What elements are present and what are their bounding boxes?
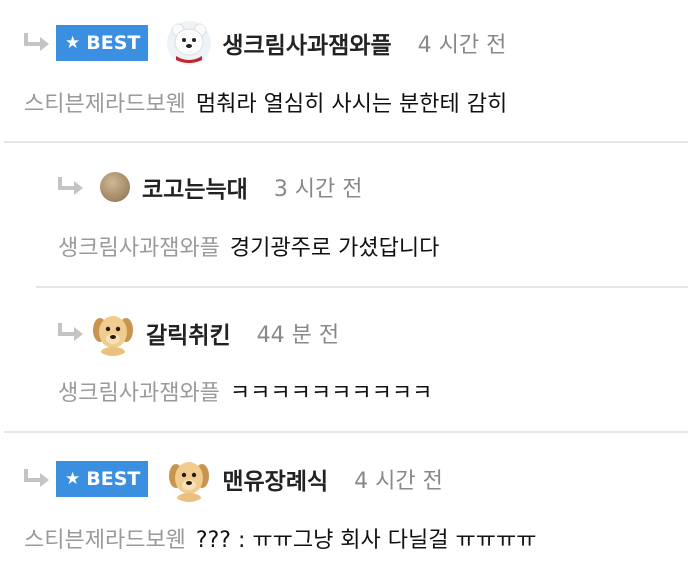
- best-label: BEST: [86, 468, 141, 490]
- comment-body: 생크림사과잼와플 경기광주로 가셨답니다: [58, 230, 439, 262]
- star-icon: ★: [65, 33, 81, 53]
- mention-link[interactable]: 스티븐제라드보웬: [24, 528, 186, 553]
- comment-username[interactable]: 갈릭취킨: [146, 316, 231, 350]
- mention-link[interactable]: 생크림사과잼와플: [58, 381, 220, 406]
- divider: [4, 431, 688, 433]
- reply-arrow-icon: [24, 33, 49, 51]
- comment-username[interactable]: 코고는늑대: [142, 170, 248, 204]
- reply-arrow-icon: [24, 469, 49, 487]
- comment-username[interactable]: 생크림사과잼와플: [222, 26, 391, 60]
- reply-arrow-icon: [58, 323, 83, 341]
- mention-link[interactable]: 스티븐제라드보웬: [24, 92, 186, 117]
- comment-body: 생크림사과잼와플 ㅋㅋㅋㅋㅋㅋㅋㅋㅋㅋ: [58, 375, 432, 407]
- star-icon: ★: [65, 469, 81, 489]
- mention-link[interactable]: 생크림사과잼와플: [58, 236, 220, 261]
- reply-arrow-icon: [58, 177, 83, 195]
- divider: [4, 141, 688, 143]
- divider: [36, 286, 688, 288]
- puppy-avatar[interactable]: [90, 310, 136, 356]
- default-avatar[interactable]: [98, 170, 132, 204]
- puppy-avatar[interactable]: [166, 456, 212, 502]
- comment-text: 멈춰라 열심히 사시는 분한테 감히: [195, 92, 508, 117]
- comment-time: 4 시간 전: [354, 469, 443, 494]
- comment-body: 스티븐제라드보웬 멈춰라 열심히 사시는 분한테 감히: [24, 86, 507, 118]
- comment-text: ??? : ㅠㅠ그냥 회사 다닐걸 ㅠㅠㅠㅠ: [195, 528, 537, 553]
- polar-bear-avatar[interactable]: [166, 20, 212, 66]
- comment-username[interactable]: 맨유장례식: [222, 462, 328, 496]
- comment-body: 스티븐제라드보웬 ??? : ㅠㅠ그냥 회사 다닐걸 ㅠㅠㅠㅠ: [24, 522, 536, 554]
- comment-text: 경기광주로 가셨답니다: [229, 236, 440, 261]
- comment-time: 3 시간 전: [273, 177, 363, 202]
- best-badge: ★ BEST: [56, 25, 149, 61]
- comment-time: 4 시간 전: [417, 33, 507, 58]
- best-label: BEST: [86, 32, 141, 54]
- comment-time: 44 분 전: [256, 323, 340, 348]
- best-badge: ★ BEST: [56, 461, 149, 497]
- comment-text: ㅋㅋㅋㅋㅋㅋㅋㅋㅋㅋ: [229, 381, 433, 406]
